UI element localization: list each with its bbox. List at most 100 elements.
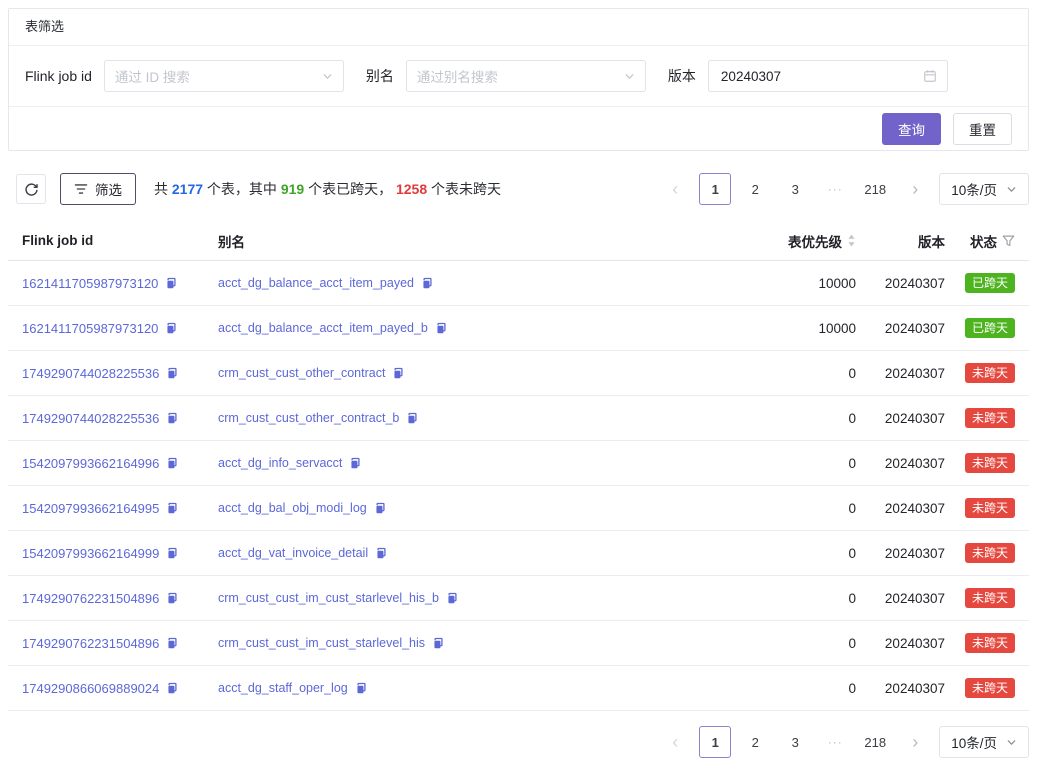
- alias-select[interactable]: 通过别名搜索: [406, 60, 646, 92]
- version-cell: 20240307: [856, 366, 945, 381]
- stats-prefix: 共: [154, 181, 172, 197]
- status-badge: 未跨天: [965, 678, 1015, 698]
- flink-job-id-link[interactable]: 1542097993662164999: [22, 546, 159, 561]
- copy-icon[interactable]: [349, 457, 362, 470]
- prev-page-button[interactable]: ‹: [659, 173, 691, 205]
- page-2-button[interactable]: 2: [739, 173, 771, 205]
- flink-job-id-link[interactable]: 1749290744028225536: [22, 411, 159, 426]
- alias-link[interactable]: crm_cust_cust_im_cust_starlevel_his: [218, 636, 425, 650]
- page-1-button[interactable]: 1: [699, 173, 731, 205]
- flink-job-id-link[interactable]: 1749290744028225536: [22, 366, 159, 381]
- page-2-button[interactable]: 2: [739, 726, 771, 758]
- sort-icon[interactable]: [847, 234, 856, 247]
- copy-icon[interactable]: [392, 367, 405, 380]
- copy-icon[interactable]: [435, 322, 448, 335]
- copy-icon[interactable]: [375, 547, 388, 560]
- header-alias: 别名: [218, 231, 716, 251]
- copy-icon[interactable]: [432, 637, 445, 650]
- page-size-select[interactable]: 10条/页: [939, 726, 1029, 758]
- flink-job-id-link[interactable]: 1749290866069889024: [22, 681, 159, 696]
- copy-icon[interactable]: [166, 412, 179, 425]
- version-cell: 20240307: [856, 591, 945, 606]
- page-ellipsis: ···: [819, 173, 851, 205]
- copy-icon[interactable]: [446, 592, 459, 605]
- alias-link[interactable]: acct_dg_balance_acct_item_payed: [218, 276, 414, 290]
- copy-icon[interactable]: [421, 277, 434, 290]
- copy-icon[interactable]: [355, 682, 368, 695]
- priority-cell: 0: [716, 681, 856, 696]
- table-row: 1749290744028225536 crm_cust_cust_other_…: [8, 351, 1029, 396]
- flink-job-id-label: Flink job id: [25, 68, 92, 84]
- copy-icon[interactable]: [166, 502, 179, 515]
- alias-link[interactable]: crm_cust_cust_other_contract_b: [218, 411, 399, 425]
- copy-icon[interactable]: [166, 547, 179, 560]
- alias-link[interactable]: acct_dg_bal_obj_modi_log: [218, 501, 367, 515]
- version-label: 版本: [668, 66, 696, 86]
- version-input[interactable]: [719, 68, 899, 85]
- copy-icon[interactable]: [166, 367, 179, 380]
- flink-job-id-link[interactable]: 1749290762231504896: [22, 636, 159, 651]
- prev-page-button[interactable]: ‹: [659, 726, 691, 758]
- chevron-down-icon: [1006, 184, 1017, 195]
- version-field-group: 版本: [668, 60, 948, 92]
- stats-seg1: 个表，其中: [203, 181, 281, 197]
- alias-placeholder: 通过别名搜索: [417, 66, 498, 86]
- copy-icon[interactable]: [166, 682, 179, 695]
- chevron-down-icon: [322, 71, 333, 82]
- alias-link[interactable]: acct_dg_staff_oper_log: [218, 681, 348, 695]
- copy-icon[interactable]: [166, 457, 179, 470]
- alias-link[interactable]: acct_dg_info_servacct: [218, 456, 342, 470]
- alias-link[interactable]: crm_cust_cust_other_contract: [218, 366, 385, 380]
- table-stats: 共 2177 个表，其中 919 个表已跨天， 1258 个表未跨天: [154, 179, 501, 199]
- status-badge: 已跨天: [965, 318, 1015, 338]
- version-cell: 20240307: [856, 321, 945, 336]
- page-size-select[interactable]: 10条/页: [939, 173, 1029, 205]
- filter-toggle-button[interactable]: 筛选: [60, 173, 136, 205]
- copy-icon[interactable]: [406, 412, 419, 425]
- header-priority-label: 表优先级: [788, 231, 842, 251]
- filter-funnel-icon[interactable]: [1002, 235, 1015, 247]
- flink-job-id-link[interactable]: 1621411705987973120: [22, 321, 158, 336]
- page-218-button[interactable]: 218: [859, 173, 891, 205]
- copy-icon[interactable]: [374, 502, 387, 515]
- refresh-icon: [24, 182, 39, 197]
- next-page-button[interactable]: ›: [899, 173, 931, 205]
- table-row: 1749290866069889024 acct_dg_staff_oper_l…: [8, 666, 1029, 711]
- header-priority: 表优先级: [716, 231, 856, 251]
- priority-cell: 0: [716, 501, 856, 516]
- copy-icon[interactable]: [165, 277, 178, 290]
- alias-link[interactable]: acct_dg_balance_acct_item_payed_b: [218, 321, 428, 335]
- flink-job-id-field-group: Flink job id 通过 ID 搜索: [25, 60, 344, 92]
- flink-job-id-link[interactable]: 1542097993662164996: [22, 456, 159, 471]
- copy-icon[interactable]: [166, 592, 179, 605]
- copy-icon[interactable]: [166, 637, 179, 650]
- status-badge: 未跨天: [965, 543, 1015, 563]
- filter-lines-icon: [74, 183, 88, 195]
- flink-job-id-link[interactable]: 1749290762231504896: [22, 591, 159, 606]
- priority-cell: 0: [716, 456, 856, 471]
- status-badge: 未跨天: [965, 588, 1015, 608]
- flink-job-id-select[interactable]: 通过 ID 搜索: [104, 60, 344, 92]
- header-status: 状态: [945, 231, 1015, 251]
- page-218-button[interactable]: 218: [859, 726, 891, 758]
- flink-job-id-link[interactable]: 1621411705987973120: [22, 276, 158, 291]
- alias-link[interactable]: acct_dg_vat_invoice_detail: [218, 546, 368, 560]
- table-toolbar: 筛选 共 2177 个表，其中 919 个表已跨天， 1258 个表未跨天 ‹1…: [8, 173, 1029, 205]
- flink-job-id-link[interactable]: 1542097993662164995: [22, 501, 159, 516]
- copy-icon[interactable]: [165, 322, 178, 335]
- next-page-button[interactable]: ›: [899, 726, 931, 758]
- refresh-button[interactable]: [16, 174, 46, 204]
- page-3-button[interactable]: 3: [779, 173, 811, 205]
- filter-actions-row: 查询 重置: [9, 106, 1028, 150]
- version-cell: 20240307: [856, 456, 945, 471]
- status-badge: 未跨天: [965, 453, 1015, 473]
- page-3-button[interactable]: 3: [779, 726, 811, 758]
- query-button[interactable]: 查询: [882, 113, 941, 145]
- filter-card-title: 表筛选: [9, 9, 1028, 46]
- alias-link[interactable]: crm_cust_cust_im_cust_starlevel_his_b: [218, 591, 439, 605]
- page-size-label: 10条/页: [951, 732, 997, 752]
- version-date-picker[interactable]: [708, 60, 948, 92]
- table-row: 1749290744028225536 crm_cust_cust_other_…: [8, 396, 1029, 441]
- page-1-button[interactable]: 1: [699, 726, 731, 758]
- reset-button[interactable]: 重置: [953, 113, 1012, 145]
